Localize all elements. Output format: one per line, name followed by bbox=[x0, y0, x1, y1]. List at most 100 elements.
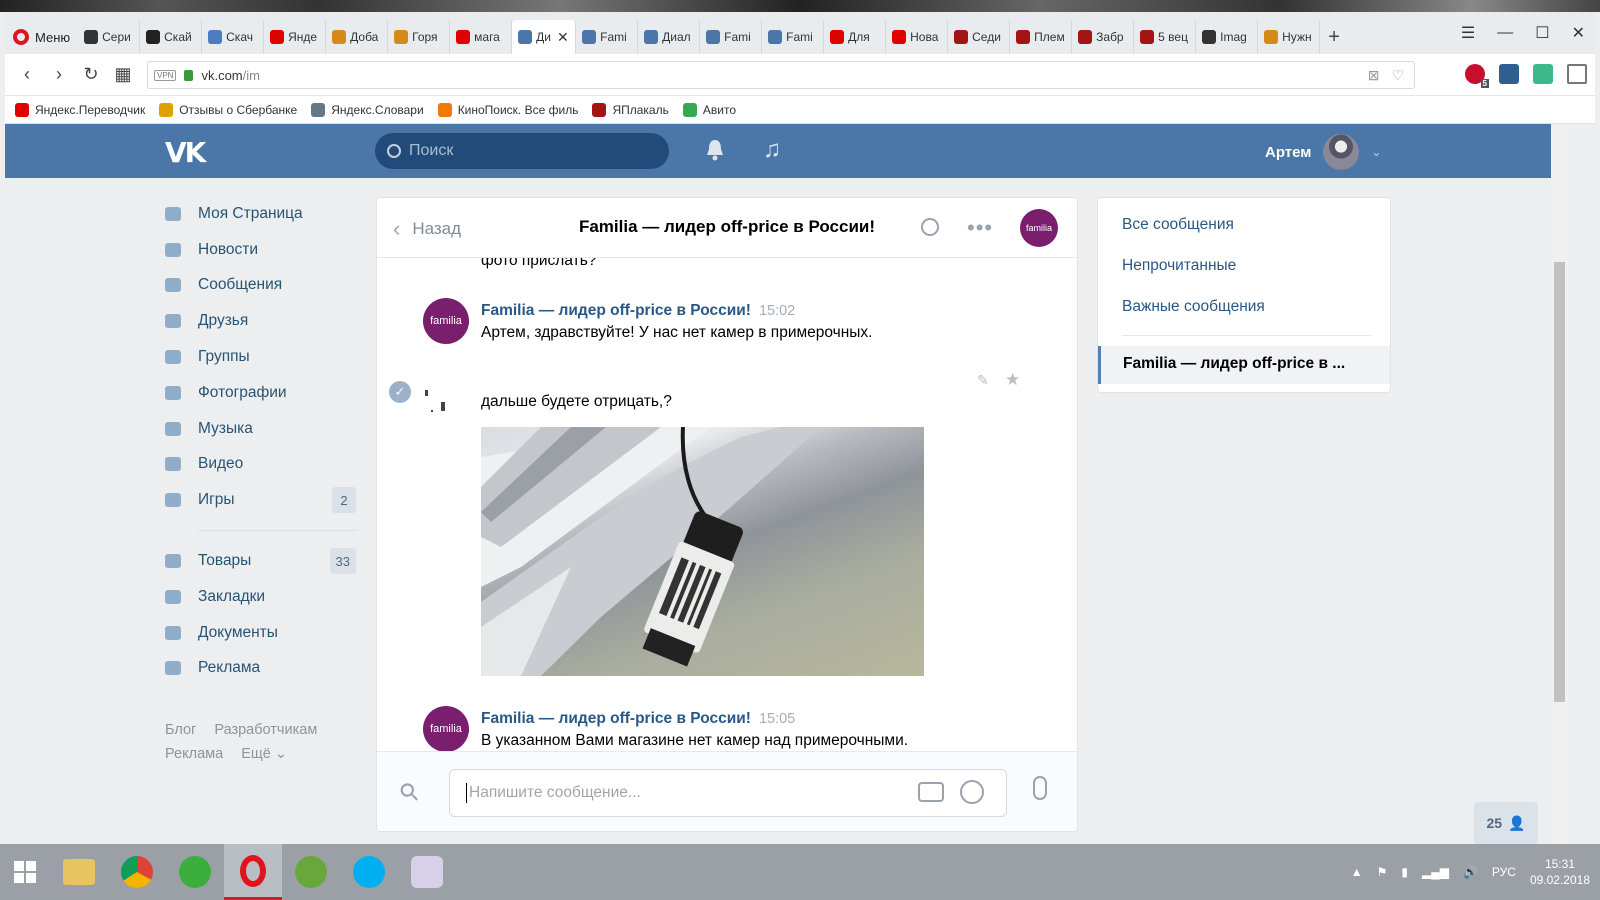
browser-tab[interactable]: Скач bbox=[202, 20, 265, 54]
nav-item[interactable]: Моя Страница bbox=[162, 196, 358, 232]
edit-pencil-icon[interactable]: ✎ bbox=[977, 372, 989, 389]
browser-tab[interactable]: 5 вец bbox=[1134, 20, 1197, 54]
back-nav-icon[interactable]: ‹ bbox=[11, 64, 43, 85]
lock-icon[interactable] bbox=[184, 69, 194, 81]
nav-item[interactable]: Музыка bbox=[162, 411, 358, 447]
network-icon[interactable]: ▂▄▆ bbox=[1422, 865, 1449, 879]
message-author[interactable]: Familia — лидер off-price в России! 15:02 bbox=[481, 302, 795, 320]
bookmark-item[interactable]: КиноПоиск. Все филь bbox=[437, 102, 578, 117]
browser-tab[interactable]: Сери bbox=[78, 20, 141, 54]
browser-tab[interactable]: Fami bbox=[700, 20, 763, 54]
map-extension-icon[interactable] bbox=[1533, 64, 1553, 84]
footer-link-ads[interactable]: Реклама bbox=[165, 746, 223, 762]
browser-tab[interactable]: Диал bbox=[638, 20, 701, 54]
browser-tab[interactable]: Fami bbox=[576, 20, 639, 54]
filter-unread[interactable]: Непрочитанные bbox=[1122, 257, 1236, 275]
selected-check-icon[interactable]: ✓ bbox=[389, 381, 411, 403]
taskbar-clover[interactable] bbox=[166, 844, 224, 900]
opera-menu-button[interactable]: Меню bbox=[5, 20, 78, 54]
clock[interactable]: 15:31 09.02.2018 bbox=[1530, 856, 1590, 888]
scrollbar-thumb[interactable] bbox=[1554, 262, 1565, 702]
bookmark-heart-icon[interactable]: ♡ bbox=[1391, 67, 1404, 84]
bookmark-item[interactable]: Авито bbox=[682, 102, 736, 117]
chat-avatar[interactable]: familia bbox=[1020, 209, 1058, 247]
page-scrollbar[interactable] bbox=[1551, 124, 1568, 844]
notifications-bell-icon[interactable] bbox=[705, 138, 725, 162]
more-options-icon[interactable]: ••• bbox=[967, 215, 993, 241]
nav-item[interactable]: Реклама bbox=[162, 651, 358, 687]
attached-photo[interactable] bbox=[481, 427, 924, 676]
sender-avatar[interactable]: familia bbox=[423, 298, 469, 344]
music-player-icon[interactable]: ♫ bbox=[763, 136, 781, 164]
tab-menu-icon[interactable]: ☰ bbox=[1461, 23, 1475, 43]
nav-item[interactable]: Игры 2 bbox=[162, 482, 358, 518]
footer-link-more[interactable]: Ещё ⌄ bbox=[241, 746, 287, 762]
browser-tab[interactable]: Горя bbox=[388, 20, 451, 54]
browser-tab[interactable]: Доба bbox=[326, 20, 389, 54]
camera-icon[interactable] bbox=[918, 782, 944, 802]
online-friends-button[interactable]: 25 👤 bbox=[1474, 802, 1538, 844]
nav-item[interactable]: Сообщения bbox=[162, 268, 358, 304]
volume-icon[interactable]: 🔊 bbox=[1463, 865, 1478, 879]
emoji-smile-icon[interactable] bbox=[960, 780, 984, 804]
vk-search-input[interactable]: Поиск bbox=[375, 133, 669, 169]
browser-tab[interactable]: Fami bbox=[762, 20, 825, 54]
browser-tab[interactable]: Скай bbox=[140, 20, 203, 54]
bookmark-item[interactable]: ЯПлакаль bbox=[592, 102, 669, 117]
language-indicator[interactable]: РУС bbox=[1492, 865, 1516, 879]
browser-tab[interactable]: Imag bbox=[1196, 20, 1259, 54]
microphone-icon[interactable] bbox=[1033, 776, 1047, 800]
maximize-button[interactable]: ☐ bbox=[1535, 23, 1549, 43]
nav-item[interactable]: Видео bbox=[162, 447, 358, 483]
nav-item[interactable]: Закладки bbox=[162, 579, 358, 615]
tray-arrow-icon[interactable]: ▲ bbox=[1351, 865, 1363, 879]
bookmark-item[interactable]: Отзывы о Сбербанке bbox=[159, 102, 297, 117]
flag-icon[interactable]: ⚑ bbox=[1377, 865, 1388, 879]
adblock-extension-icon[interactable]: 5 bbox=[1465, 64, 1489, 88]
nav-item[interactable]: Новости bbox=[162, 232, 358, 268]
nav-item[interactable]: Группы bbox=[162, 339, 358, 375]
filter-all-messages[interactable]: Все сообщения bbox=[1122, 216, 1234, 234]
download-icon[interactable] bbox=[1567, 64, 1587, 84]
browser-tab[interactable]: Нужн bbox=[1258, 20, 1321, 54]
browser-tab[interactable]: Ди ✕ bbox=[512, 20, 577, 54]
close-window-button[interactable]: ✕ bbox=[1572, 23, 1585, 43]
footer-link-blog[interactable]: Блог bbox=[165, 722, 196, 738]
close-tab-icon[interactable]: ✕ bbox=[557, 29, 569, 46]
forward-nav-icon[interactable]: › bbox=[43, 64, 75, 85]
nav-item[interactable]: Документы bbox=[162, 615, 358, 651]
active-conversation-item[interactable]: Familia — лидер off-price в ... bbox=[1098, 346, 1390, 384]
nav-item[interactable]: Товары 33 bbox=[162, 543, 358, 579]
browser-tab[interactable]: Нова bbox=[886, 20, 949, 54]
user-menu[interactable]: Артем ⌄ bbox=[1265, 134, 1381, 170]
vpn-badge[interactable]: VPN bbox=[154, 69, 177, 81]
taskbar-utorrent[interactable] bbox=[282, 844, 340, 900]
favorite-star-icon[interactable]: ★ bbox=[1005, 370, 1020, 390]
message-author[interactable]: Familia — лидер off-price в России! 15:05 bbox=[481, 710, 795, 728]
browser-tab[interactable]: Для bbox=[824, 20, 887, 54]
browser-tab[interactable]: Седи bbox=[948, 20, 1011, 54]
sender-avatar[interactable]: familia bbox=[423, 706, 469, 751]
browser-tab[interactable]: Забр bbox=[1072, 20, 1135, 54]
message-history[interactable]: фото прислать? familia Familia — лидер o… bbox=[377, 258, 1077, 751]
filter-important[interactable]: Важные сообщения bbox=[1122, 298, 1265, 316]
taskbar-skype[interactable] bbox=[340, 844, 398, 900]
browser-tab[interactable]: мага bbox=[450, 20, 513, 54]
new-tab-button[interactable]: + bbox=[1320, 20, 1348, 54]
battery-icon[interactable]: ▮ bbox=[1401, 865, 1408, 879]
minimize-button[interactable]: — bbox=[1497, 24, 1513, 42]
start-button[interactable] bbox=[0, 844, 50, 900]
browser-tab[interactable]: Плем bbox=[1010, 20, 1073, 54]
taskbar-opera[interactable] bbox=[224, 844, 282, 900]
footer-link-developers[interactable]: Разработчикам bbox=[214, 722, 317, 738]
taskbar-file-explorer[interactable] bbox=[50, 844, 108, 900]
url-field[interactable]: VPN vk.com/im ⊠ ♡ bbox=[147, 61, 1415, 89]
chat-search-icon[interactable] bbox=[921, 218, 939, 236]
vpn-extension-icon[interactable] bbox=[1499, 64, 1519, 84]
attach-paperclip-icon[interactable]: ⚲ bbox=[393, 776, 426, 809]
url-text[interactable]: vk.com/im bbox=[201, 68, 260, 83]
vk-logo[interactable]: VK bbox=[165, 136, 206, 169]
taskbar-paint[interactable] bbox=[398, 844, 456, 900]
speed-dial-icon[interactable]: ▦ bbox=[107, 64, 139, 85]
nav-item[interactable]: Друзья bbox=[162, 303, 358, 339]
